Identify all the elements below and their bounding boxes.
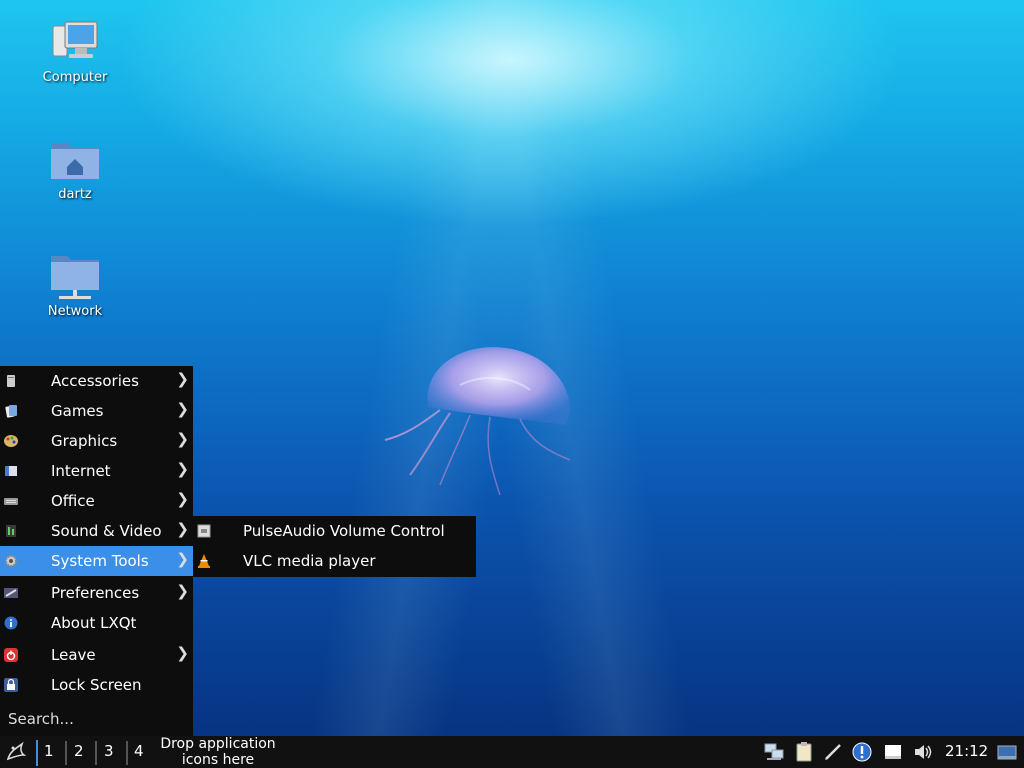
computer-icon — [49, 20, 101, 66]
menu-item-graphics[interactable]: Graphics ❯ — [0, 426, 193, 456]
chevron-right-icon: ❯ — [176, 550, 189, 568]
vlc-cone-icon — [198, 554, 210, 568]
menu-item-label: System Tools — [51, 552, 149, 570]
chevron-right-icon: ❯ — [176, 430, 189, 448]
quicklaunch-drop-area[interactable]: Drop application icons here — [153, 736, 283, 768]
workspace-separator — [65, 741, 67, 765]
menu-item-label: Games — [51, 402, 104, 420]
preferences-icon — [4, 588, 18, 598]
games-icon — [5, 405, 17, 418]
menu-item-label: Internet — [51, 462, 111, 480]
menu-item-label: Sound & Video — [51, 522, 162, 540]
desktop-icon-label: dartz — [58, 187, 92, 202]
wallpaper-jellyfish — [384, 347, 571, 496]
chevron-right-icon: ❯ — [176, 460, 189, 478]
office-icon — [4, 498, 18, 505]
sound-video-icon — [6, 525, 16, 537]
active-workspace-indicator — [36, 740, 38, 766]
chevron-right-icon: ❯ — [176, 490, 189, 508]
clipboard-icon[interactable] — [794, 742, 814, 762]
application-menu: Accessories ❯ Games ❯ Graphics ❯ Interne… — [0, 366, 193, 736]
menu-item-system-tools[interactable]: System Tools ❯ — [0, 546, 193, 576]
chevron-right-icon: ❯ — [176, 520, 189, 538]
chevron-right-icon: ❯ — [176, 370, 189, 388]
removable-drive-icon[interactable] — [883, 742, 903, 762]
menu-item-label: Accessories — [51, 372, 139, 390]
menu-search-input[interactable]: Search... — [8, 710, 74, 728]
desktop-icon-home[interactable]: dartz — [25, 137, 125, 202]
menu-item-internet[interactable]: Internet ❯ — [0, 456, 193, 486]
clock[interactable]: 21:12 — [945, 742, 988, 760]
internet-icon — [5, 466, 17, 476]
pen-icon[interactable] — [823, 742, 843, 762]
menu-item-label: Lock Screen — [51, 676, 142, 694]
menu-item-leave[interactable]: Leave ❯ — [0, 640, 193, 670]
gear-icon — [5, 555, 17, 567]
desktop-icon-label: Computer — [42, 70, 108, 85]
menu-item-accessories[interactable]: Accessories ❯ — [0, 366, 193, 396]
info-icon — [4, 616, 18, 630]
network-icon[interactable] — [764, 742, 784, 762]
submenu-item-pulseaudio[interactable]: PulseAudio Volume Control — [193, 516, 476, 546]
desktop-icon-network[interactable]: Network — [25, 254, 125, 319]
update-notification-icon[interactable] — [852, 742, 872, 762]
volume-icon[interactable] — [913, 742, 933, 762]
lock-icon — [4, 678, 18, 692]
network-folder-icon — [49, 254, 101, 300]
workspace-separator — [126, 741, 128, 765]
lxqt-menu-icon[interactable] — [4, 741, 26, 763]
taskbar: 1 2 3 4 Drop application icons here 21:1… — [0, 736, 1024, 768]
menu-item-office[interactable]: Office ❯ — [0, 486, 193, 516]
chevron-right-icon: ❯ — [176, 400, 189, 418]
menu-item-label: Office — [51, 492, 95, 510]
desktop-icon-label: Network — [47, 304, 103, 319]
pulseaudio-icon — [197, 524, 211, 538]
chevron-right-icon: ❯ — [176, 582, 189, 600]
menu-item-preferences[interactable]: Preferences ❯ — [0, 578, 193, 608]
workspace-3-button[interactable]: 3 — [104, 742, 128, 764]
submenu-item-label: PulseAudio Volume Control — [243, 522, 445, 540]
system-tools-submenu: PulseAudio Volume Control VLC media play… — [193, 516, 476, 577]
menu-item-label: About LXQt — [51, 614, 137, 632]
menu-item-about-lxqt[interactable]: About LXQt — [0, 608, 193, 638]
menu-item-games[interactable]: Games ❯ — [0, 396, 193, 426]
submenu-item-vlc[interactable]: VLC media player — [193, 546, 476, 576]
chevron-right-icon: ❯ — [176, 644, 189, 662]
menu-item-label: Graphics — [51, 432, 118, 450]
submenu-item-label: VLC media player — [243, 552, 376, 570]
accessories-icon — [7, 375, 15, 387]
home-folder-icon — [49, 137, 101, 183]
show-desktop-icon[interactable] — [997, 742, 1017, 762]
menu-item-lock-screen[interactable]: Lock Screen — [0, 670, 193, 700]
menu-item-label: Preferences — [51, 584, 140, 602]
power-icon — [4, 648, 18, 662]
graphics-icon — [4, 435, 18, 447]
menu-item-label: Leave — [51, 646, 96, 664]
menu-item-sound-video[interactable]: Sound & Video ❯ — [0, 516, 193, 546]
desktop-icon-computer[interactable]: Computer — [25, 20, 125, 85]
workspace-separator — [95, 741, 97, 765]
